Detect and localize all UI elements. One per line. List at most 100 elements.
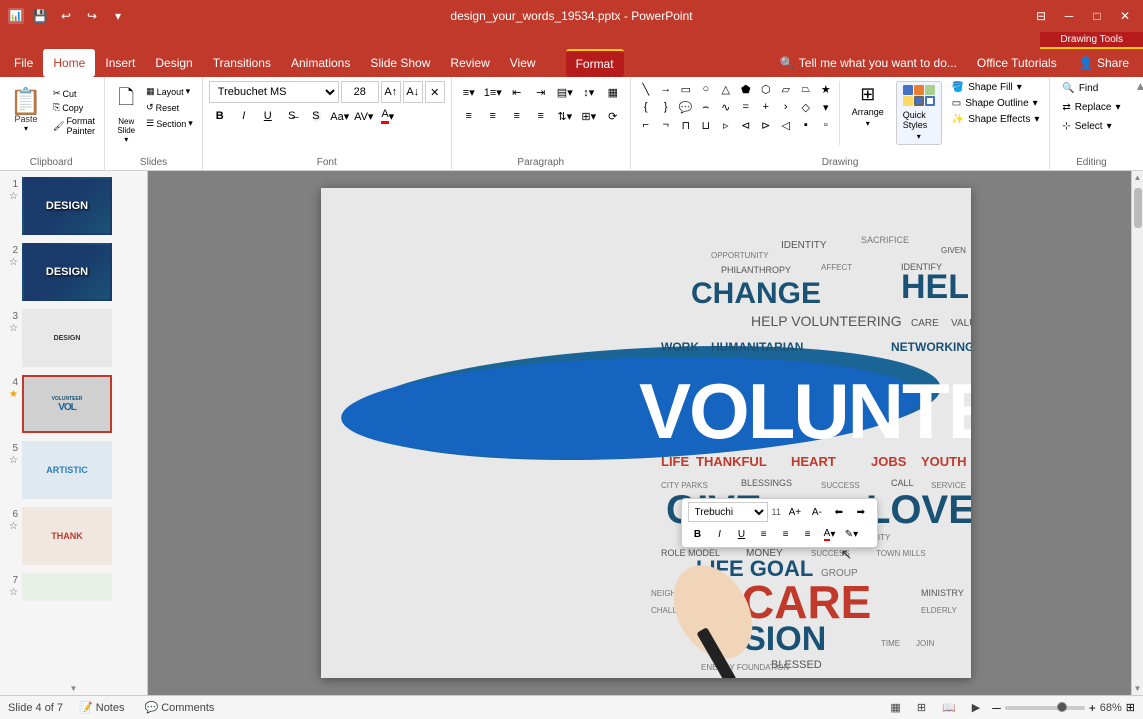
align-text-button[interactable]: ⊞▾ <box>578 105 600 127</box>
scroll-up-arrow[interactable]: ▲ <box>1132 171 1143 184</box>
mini-align-left-btn[interactable]: ⬅ <box>829 502 849 522</box>
new-slide-button[interactable]: 🗋 New Slide ▾ <box>111 81 141 146</box>
section-button[interactable]: ☰Section ▾ <box>143 117 196 130</box>
shape-tri[interactable]: △ <box>717 81 735 97</box>
slide-item-2[interactable]: 2 ☆ DESIGN <box>2 241 145 303</box>
mini-bold-btn[interactable]: B <box>688 524 708 544</box>
mini-decrease-font-btn[interactable]: A- <box>807 502 827 522</box>
shape-r3-10[interactable]: ▫ <box>817 117 835 133</box>
align-right-button[interactable]: ≡ <box>506 105 528 127</box>
zoom-slider[interactable] <box>1005 706 1085 710</box>
slide-thumb-4[interactable]: VOLUNTEER VOL <box>22 375 112 433</box>
shape-r3-6[interactable]: ⊲ <box>737 117 755 133</box>
slide-thumb-7[interactable] <box>22 573 112 601</box>
slide-item-3[interactable]: 3 ☆ DESIGN <box>2 307 145 369</box>
slide-thumb-6[interactable]: THANK <box>22 507 112 565</box>
text-direction-button[interactable]: ⇅▾ <box>554 105 576 127</box>
shape-fill-button[interactable]: 🪣 Shape Fill ▾ <box>948 81 1044 94</box>
replace-button[interactable]: ⇄ Replace ▾ <box>1056 100 1126 115</box>
slide-item-1[interactable]: 1 ☆ DESIGN <box>2 175 145 237</box>
undo-btn[interactable]: ↩ <box>56 6 76 26</box>
shape-effects-button[interactable]: ✨ Shape Effects ▾ <box>948 113 1044 126</box>
menu-view[interactable]: View <box>500 49 546 77</box>
decrease-font-button[interactable]: A↓ <box>403 81 423 103</box>
format-painter-button[interactable]: 🖌Format Painter <box>50 115 98 137</box>
collapse-ribbon-button[interactable]: ▲ <box>1135 79 1143 93</box>
shape-curly-r[interactable]: } <box>657 99 675 115</box>
shape-callout[interactable]: 💬 <box>677 99 695 115</box>
zoom-in-button[interactable]: + <box>1089 701 1096 715</box>
reading-view-button[interactable]: 📖 <box>938 700 960 715</box>
font-color-button[interactable]: A▾ <box>377 105 399 127</box>
menu-home[interactable]: Home <box>43 49 95 77</box>
customize-btn[interactable]: ▾ <box>108 6 128 26</box>
italic-button[interactable]: I <box>233 105 255 127</box>
shape-r3-4[interactable]: ⊔ <box>697 117 715 133</box>
slide-thumb-2[interactable]: DESIGN <box>22 243 112 301</box>
menu-format[interactable]: Format <box>566 49 624 77</box>
mini-align-right-btn[interactable]: ➡ <box>851 502 871 522</box>
line-spacing-button[interactable]: ↕▾ <box>578 81 600 103</box>
font-spacing-button[interactable]: AV▾ <box>353 105 375 127</box>
reset-button[interactable]: ↺Reset <box>143 101 196 114</box>
vertical-scrollbar[interactable]: ▲ ▼ <box>1131 171 1143 695</box>
minimize-btn[interactable]: ─ <box>1059 6 1079 26</box>
shape-r3-9[interactable]: ▪ <box>797 117 815 133</box>
increase-font-button[interactable]: A↑ <box>381 81 401 103</box>
maximize-btn[interactable]: □ <box>1087 6 1107 26</box>
slideshow-view-button[interactable]: ▶ <box>968 700 984 715</box>
redo-btn[interactable]: ↪ <box>82 6 102 26</box>
mini-underline-btn[interactable]: U <box>732 524 752 544</box>
shape-para[interactable]: ▱ <box>777 81 795 97</box>
shape-curve[interactable]: ⌢ <box>697 99 715 115</box>
align-center-button[interactable]: ≡ <box>482 105 504 127</box>
menu-slideshow[interactable]: Slide Show <box>360 49 440 77</box>
shape-r3-8[interactable]: ◁ <box>777 117 795 133</box>
comments-button[interactable]: 💬 Comments <box>141 700 219 715</box>
font-size-input[interactable] <box>341 81 379 103</box>
slide-thumb-1[interactable]: DESIGN <box>22 177 112 235</box>
menu-transitions[interactable]: Transitions <box>203 49 281 77</box>
decrease-indent-button[interactable]: ⇤ <box>506 81 528 103</box>
office-tutorials-btn[interactable]: Office Tutorials <box>967 56 1067 70</box>
numbering-button[interactable]: 1≡▾ <box>482 81 504 103</box>
shape-flow[interactable]: ◇ <box>797 99 815 115</box>
menu-insert[interactable]: Insert <box>95 49 145 77</box>
menu-review[interactable]: Review <box>440 49 499 77</box>
mini-align-r-btn[interactable]: ≡ <box>798 524 818 544</box>
justify-button[interactable]: ≡ <box>530 105 552 127</box>
notes-button[interactable]: 📝 Notes <box>75 700 128 715</box>
slide-sorter-button[interactable]: ⊞ <box>913 700 930 715</box>
slide-thumb-3[interactable]: DESIGN <box>22 309 112 367</box>
normal-view-button[interactable]: ▦ <box>886 700 904 715</box>
mini-font-select[interactable]: Trebuchi <box>688 502 768 522</box>
slide-item-6[interactable]: 6 ☆ THANK <box>2 505 145 567</box>
scroll-thumb[interactable] <box>1134 188 1142 228</box>
shape-pent[interactable]: ⬟ <box>737 81 755 97</box>
shape-plus[interactable]: + <box>757 99 775 115</box>
cut-button[interactable]: ✂Cut <box>50 87 98 100</box>
mini-align-c-btn[interactable]: ≡ <box>776 524 796 544</box>
shape-curly-l[interactable]: { <box>637 99 655 115</box>
font-family-select[interactable]: Trebuchet MS Arial Calibri <box>209 81 339 103</box>
mini-increase-font-btn[interactable]: A+ <box>785 502 805 522</box>
add-column-button[interactable]: ▦ <box>602 81 624 103</box>
underline-button[interactable]: U <box>257 105 279 127</box>
strikethrough-button[interactable]: S̶ <box>281 105 303 127</box>
shape-r3-2[interactable]: ¬ <box>657 117 675 133</box>
bullets-button[interactable]: ≡▾ <box>458 81 480 103</box>
zoom-out-button[interactable]: ─ <box>992 701 1001 715</box>
align-left-button[interactable]: ≡ <box>458 105 480 127</box>
mini-italic-btn[interactable]: I <box>710 524 730 544</box>
shape-arrow[interactable]: → <box>657 81 675 97</box>
slide-item-4[interactable]: 4 ★ VOLUNTEER VOL <box>2 373 145 435</box>
menu-file[interactable]: File <box>4 49 43 77</box>
shape-chevron[interactable]: › <box>777 99 795 115</box>
menu-design[interactable]: Design <box>145 49 202 77</box>
quick-styles-button[interactable]: Quick Styles ▾ <box>896 81 942 145</box>
shape-outline-button[interactable]: ▭ Shape Outline ▾ <box>948 97 1044 110</box>
shape-hex[interactable]: ⬡ <box>757 81 775 97</box>
shape-circle[interactable]: ○ <box>697 81 715 97</box>
find-button[interactable]: 🔍 Find <box>1056 81 1126 96</box>
shape-more[interactable]: ▾ <box>817 99 835 115</box>
